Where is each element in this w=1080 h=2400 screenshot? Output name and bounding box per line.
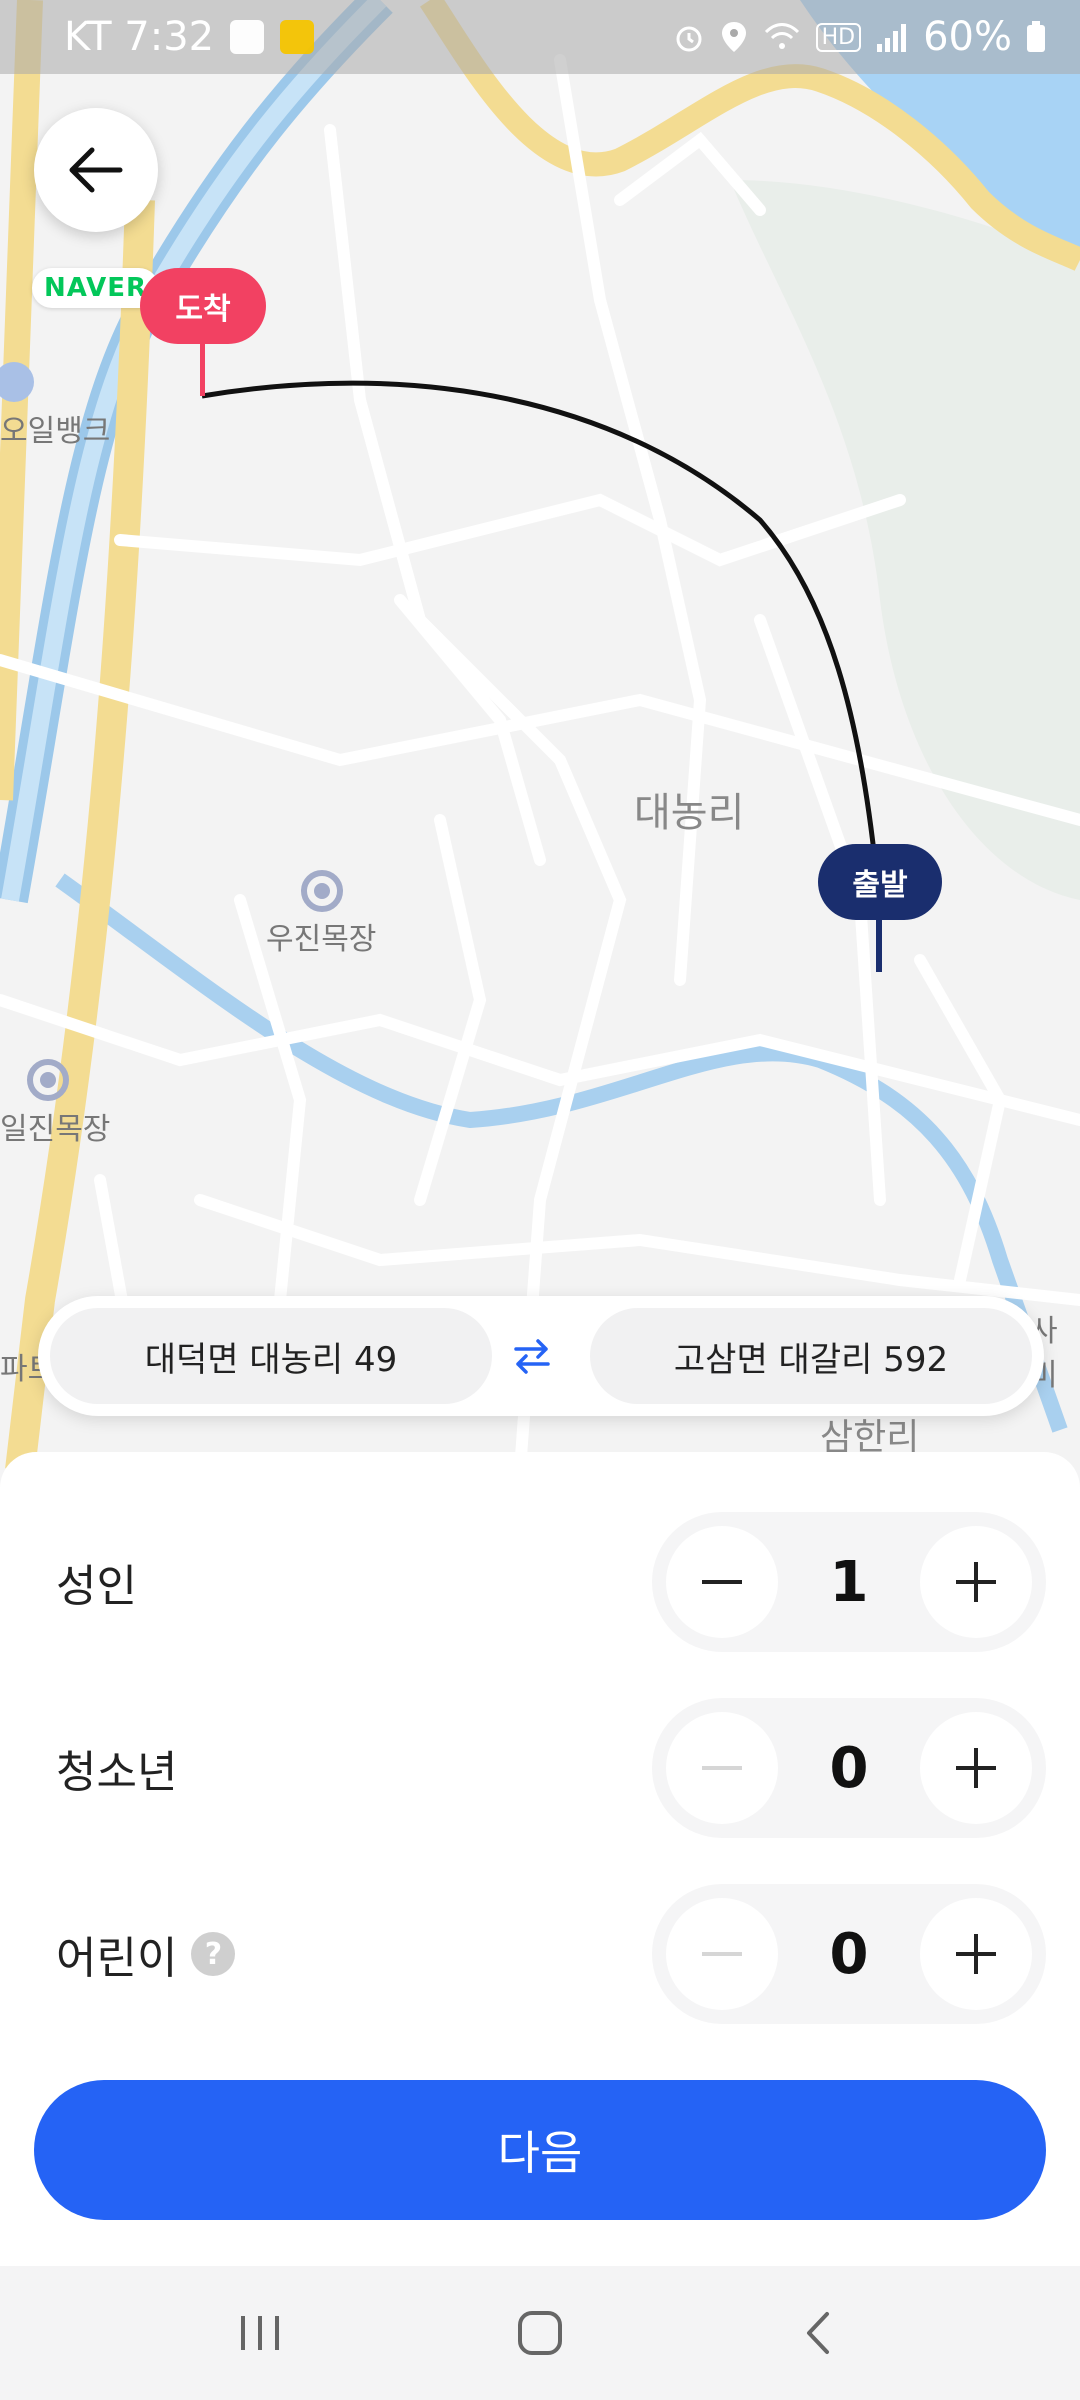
- minus-icon: [702, 1580, 742, 1584]
- plus-icon: [956, 1934, 996, 1974]
- next-button[interactable]: 다음: [34, 2080, 1046, 2220]
- child-minus-button[interactable]: [666, 1898, 778, 2010]
- teen-stepper: 0: [652, 1698, 1046, 1838]
- status-bar: KT 7:32 HD 60%: [0, 0, 1080, 74]
- chevron-left-icon: [807, 2312, 829, 2354]
- arrow-left-icon: [69, 147, 123, 193]
- passenger-label: 성인: [56, 1561, 137, 1612]
- signal-icon: [877, 24, 907, 52]
- passenger-row-teen: 청소년 0: [0, 1698, 1080, 1838]
- location-icon: [721, 22, 746, 52]
- destination-field[interactable]: 고삼면 대갈리 592: [590, 1308, 1032, 1404]
- home-button[interactable]: [490, 2293, 590, 2373]
- alarm-icon: [676, 26, 702, 52]
- home-icon: [518, 2311, 562, 2355]
- adult-count: 1: [829, 1549, 869, 1615]
- status-time: KT 7:32: [64, 14, 215, 60]
- nav-back-button[interactable]: [770, 2293, 870, 2373]
- plus-icon: [956, 1562, 996, 1602]
- route-bar: 대덕면 대농리 49 고삼면 대갈리 592: [38, 1296, 1044, 1416]
- battery-percent: 60%: [923, 14, 1012, 60]
- map-label-village: 대농리: [634, 790, 745, 836]
- passenger-label: 청소년: [56, 1747, 178, 1798]
- child-plus-button[interactable]: [920, 1898, 1032, 2010]
- teen-minus-button[interactable]: [666, 1712, 778, 1824]
- passenger-row-adult: 성인 1: [0, 1512, 1080, 1652]
- adult-minus-button[interactable]: [666, 1526, 778, 1638]
- swap-button[interactable]: [492, 1336, 572, 1376]
- swap-arrows-icon: [514, 1339, 550, 1374]
- plus-icon: [956, 1748, 996, 1788]
- adult-plus-button[interactable]: [920, 1526, 1032, 1638]
- map-canvas: [0, 0, 1080, 1470]
- recent-apps-icon: [241, 2316, 279, 2350]
- destination-pin[interactable]: 도착: [140, 268, 266, 344]
- minus-icon: [702, 1766, 742, 1770]
- image-icon: [230, 20, 265, 54]
- passenger-label: 어린이 ?: [56, 1922, 236, 1986]
- teen-plus-button[interactable]: [920, 1712, 1032, 1824]
- start-pin[interactable]: 출발: [818, 844, 942, 920]
- map-view[interactable]: 대농리 우진목장 일진목장 오일뱅크 삼한리 파트 사미 NAVER 도착 출발: [0, 0, 1080, 1470]
- teen-count: 0: [829, 1735, 869, 1801]
- map-label-place3: 오일뱅크: [0, 414, 111, 449]
- hd-icon: HD: [815, 22, 862, 52]
- passenger-row-child: 어린이 ? 0: [0, 1884, 1080, 2024]
- origin-field[interactable]: 대덕면 대농리 49: [50, 1308, 492, 1404]
- kb-app-icon: [280, 20, 315, 54]
- adult-stepper: 1: [652, 1512, 1046, 1652]
- child-count: 0: [829, 1921, 869, 1987]
- battery-icon: [1027, 21, 1045, 52]
- map-label-place2: 일진목장: [0, 1112, 111, 1147]
- minus-icon: [702, 1952, 742, 1956]
- recent-apps-button[interactable]: [210, 2293, 310, 2373]
- child-stepper: 0: [652, 1884, 1046, 2024]
- wifi-icon: [764, 23, 799, 49]
- back-button[interactable]: [34, 108, 158, 232]
- map-label-place1: 우진목장: [266, 922, 377, 957]
- help-icon[interactable]: ?: [191, 1932, 236, 1976]
- system-nav-bar: [0, 2266, 1080, 2400]
